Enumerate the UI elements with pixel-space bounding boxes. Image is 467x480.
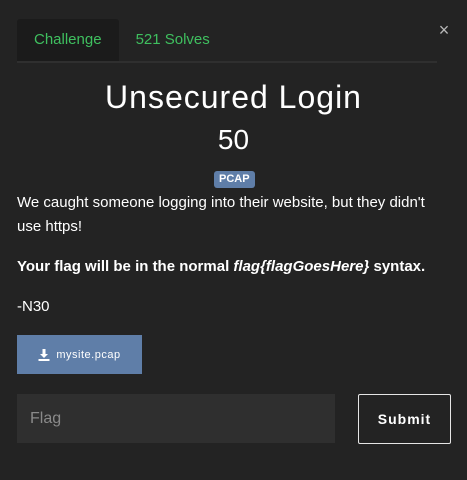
download-icon <box>38 348 50 361</box>
close-icon[interactable]: × <box>436 21 452 39</box>
challenge-description: We caught someone logging into their web… <box>17 190 437 319</box>
challenge-points: 50 <box>217 124 250 155</box>
flag-format-prefix: Your flag will be in the normal <box>17 258 234 275</box>
file-name: mysite.pcap <box>56 348 121 361</box>
submit-button[interactable]: Submit <box>358 394 451 444</box>
flag-input[interactable] <box>17 394 335 443</box>
challenge-title: Unsecured Login <box>105 79 362 115</box>
category-tag: PCAP <box>214 171 255 188</box>
file-download-button[interactable]: mysite.pcap <box>17 335 142 374</box>
tab-solves[interactable]: 521 Solves <box>119 19 227 61</box>
author-text: -N30 <box>17 298 50 315</box>
flag-format-example: flag{flagGoesHere} <box>233 258 370 275</box>
tab-bar: Challenge 521 Solves <box>17 19 437 63</box>
description-text: We caught someone logging into their web… <box>17 194 425 235</box>
tab-challenge[interactable]: Challenge <box>17 19 119 61</box>
flag-format-suffix: syntax. <box>369 258 426 275</box>
flag-format-text: Your flag will be in the normal flag{fla… <box>17 255 437 279</box>
challenge-modal: Challenge 521 Solves × Unsecured Login 5… <box>0 0 467 480</box>
